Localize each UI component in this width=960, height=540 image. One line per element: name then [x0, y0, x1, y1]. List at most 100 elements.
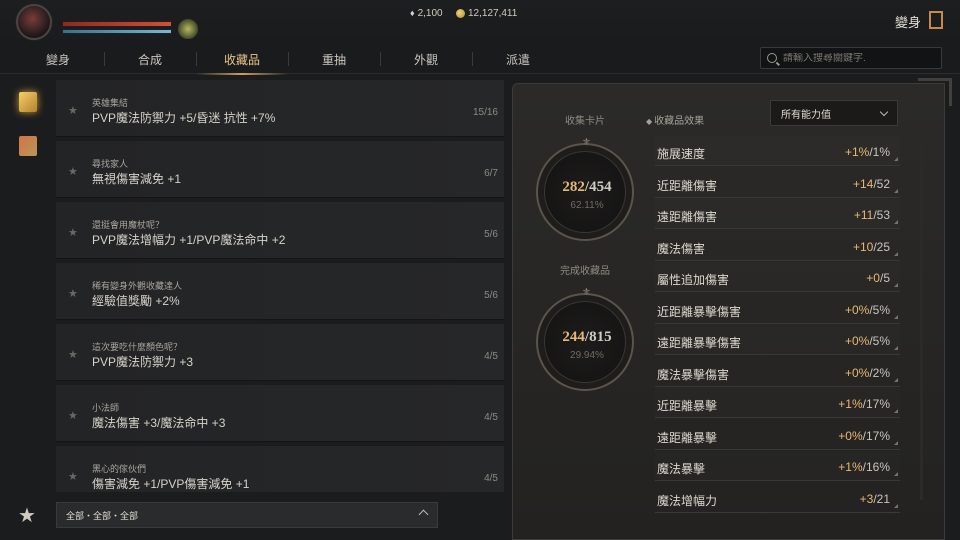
star-icon[interactable]: ★: [68, 348, 78, 361]
search-input[interactable]: [783, 52, 933, 64]
dropdown-value: 所有能力值: [781, 109, 831, 121]
search-box[interactable]: [760, 47, 942, 69]
collection-count: 5/6: [484, 290, 498, 301]
expand-triangle-icon: [894, 441, 898, 445]
collection-row[interactable]: ★ 小法師 魔法傷害 +3/魔法命中 +3 4/5: [56, 385, 504, 442]
expand-triangle-icon: [894, 346, 898, 350]
ring-ornament-icon: ⚜: [582, 137, 591, 148]
effect-row[interactable]: 魔法增幅力 +3/21: [655, 483, 900, 513]
expand-triangle-icon: [894, 189, 898, 193]
character-avatar[interactable]: [16, 4, 52, 40]
effect-row[interactable]: 遠距離暴擊 +0%/17%: [655, 420, 900, 450]
tab-collection[interactable]: 收藏品: [196, 44, 288, 75]
collection-row[interactable]: ★ 稀有變身外觀收藏達人 經驗值獎勵 +2% 5/6: [56, 263, 504, 320]
filter-bar[interactable]: 全部・全部・全部: [56, 502, 438, 528]
collection-row[interactable]: ★ 尋找家人 無視傷害減免 +1 6/7: [56, 141, 504, 198]
expand-triangle-icon: [894, 283, 898, 287]
expand-triangle-icon: [894, 472, 898, 476]
collection-effect: 魔法傷害 +3/魔法命中 +3: [92, 416, 226, 430]
star-icon[interactable]: ★: [68, 409, 78, 422]
collection-count: 4/5: [484, 473, 498, 484]
collection-title: 英雄集結: [92, 98, 129, 108]
star-icon[interactable]: ★: [68, 165, 78, 178]
tab-dispatch[interactable]: 派遣: [472, 44, 564, 74]
collection-count: 15/16: [472, 107, 498, 118]
collection-count: 5/6: [484, 229, 498, 240]
exit-icon[interactable]: [929, 11, 943, 29]
star-icon[interactable]: ★: [68, 226, 78, 239]
transform-label: 變身: [895, 15, 922, 30]
effect-row[interactable]: 屬性追加傷害 +0/5: [655, 262, 900, 292]
expand-triangle-icon: [894, 409, 898, 413]
collection-effect: 傷害減免 +1/PVP傷害減免 +1: [92, 477, 250, 491]
effect-row[interactable]: 近距離傷害 +14/52: [655, 168, 900, 198]
tab-synthesis[interactable]: 合成: [104, 44, 196, 74]
collection-row[interactable]: ★ 還挺會用魔杖呢？ PVP魔法增幅力 +1/PVP魔法命中 +2 5/6: [56, 202, 504, 259]
collection-effect: PVP魔法增幅力 +1/PVP魔法命中 +2: [92, 233, 286, 247]
collection-row[interactable]: ★ 這次要吃什麼顏色呢？ PVP魔法防禦力 +3 4/5: [56, 324, 504, 381]
effect-row[interactable]: 遠距離暴擊傷害 +0%/5%: [655, 325, 900, 355]
tab-transform[interactable]: 變身: [12, 44, 104, 74]
mp-bar: [62, 29, 172, 34]
tab-reroll[interactable]: 重抽: [288, 44, 380, 74]
effect-row[interactable]: 施展速度 +1%/1%: [655, 136, 900, 166]
collection-row[interactable]: ★ 黑心的傢伙們 傷害減免 +1/PVP傷害減免 +1 4/5: [56, 446, 504, 492]
collection-effect: PVP魔法防禦力 +3: [92, 355, 194, 369]
complete-percent: 29.94%: [570, 350, 604, 361]
collection-row[interactable]: ★ 英雄集結 PVP魔法防禦力 +5/昏迷 抗性 +7% 15/16: [56, 80, 504, 137]
collection-list: ★ 英雄集結 PVP魔法防禦力 +5/昏迷 抗性 +7% 15/16 ★ 尋找家…: [56, 80, 506, 492]
collection-effect: 無視傷害減免 +1: [92, 172, 182, 186]
collection-book-icon[interactable]: [19, 92, 37, 112]
collection-effect: PVP魔法防禦力 +5/昏迷 抗性 +7%: [92, 111, 276, 125]
collection-title: 這次要吃什麼顏色呢？: [92, 342, 183, 352]
expand-triangle-icon: [894, 252, 898, 256]
star-icon[interactable]: ★: [68, 104, 78, 117]
cards-ring: ⚜ 282/454 62.11%: [536, 137, 634, 241]
buff-icon[interactable]: [178, 19, 198, 39]
collection-count: 4/5: [484, 412, 498, 423]
search-icon: [767, 53, 777, 63]
chevron-up-icon: [418, 509, 429, 520]
ability-filter-dropdown[interactable]: 所有能力值: [770, 100, 898, 126]
gem-icon: ♦: [410, 8, 415, 18]
expand-triangle-icon: [894, 220, 898, 224]
cards-heading: 收集卡片: [565, 116, 605, 127]
ring-ornament-icon: ⚜: [582, 287, 591, 298]
complete-heading: 完成收藏品: [560, 266, 610, 277]
hp-bar: [62, 21, 172, 27]
star-icon[interactable]: ★: [68, 470, 78, 483]
star-icon[interactable]: ★: [68, 287, 78, 300]
panel-corner-ornament: [918, 78, 952, 106]
collection-title: 黑心的傢伙們: [92, 464, 147, 474]
effects-scrollbar[interactable]: [920, 140, 923, 500]
cards-count: 282/454: [562, 179, 612, 195]
effect-row[interactable]: 魔法暴擊 +1%/16%: [655, 451, 900, 481]
complete-ring: ⚜ 244/815 29.94%: [536, 287, 634, 391]
expand-triangle-icon: [894, 378, 898, 382]
gem-amount: 2,100: [417, 7, 443, 19]
tab-appearance[interactable]: 外觀: [380, 44, 472, 74]
chevron-down-icon: [879, 107, 889, 117]
collection-title: 小法師: [92, 403, 120, 413]
favorite-star-icon[interactable]: ★: [18, 503, 36, 528]
effect-row[interactable]: 魔法暴擊傷害 +0%/2%: [655, 357, 900, 387]
expand-triangle-icon: [894, 504, 898, 508]
secondary-book-icon[interactable]: [19, 136, 37, 156]
effect-row[interactable]: 遠距離傷害 +11/53: [655, 199, 900, 229]
collection-effect: 經驗值獎勵 +2%: [92, 294, 180, 308]
collection-title: 還挺會用魔杖呢？: [92, 220, 165, 230]
complete-count: 244/815: [562, 329, 612, 345]
sidebar: ★: [0, 75, 56, 540]
effects-heading: ◆ 收藏品效果: [646, 116, 705, 127]
collection-title: 尋找家人: [92, 159, 129, 169]
effect-row[interactable]: 近距離暴擊 +1%/17%: [655, 388, 900, 418]
gold-currency: 12,127,411: [456, 6, 517, 20]
effect-row[interactable]: 近距離暴擊傷害 +0%/5%: [655, 294, 900, 324]
expand-triangle-icon: [894, 315, 898, 319]
diamond-icon: ◆: [646, 117, 653, 126]
filter-text: 全部・全部・全部: [66, 510, 139, 521]
effect-row[interactable]: 魔法傷害 +10/25: [655, 231, 900, 261]
coin-icon: [456, 8, 465, 18]
collection-count: 4/5: [484, 351, 498, 362]
expand-triangle-icon: [894, 157, 898, 161]
